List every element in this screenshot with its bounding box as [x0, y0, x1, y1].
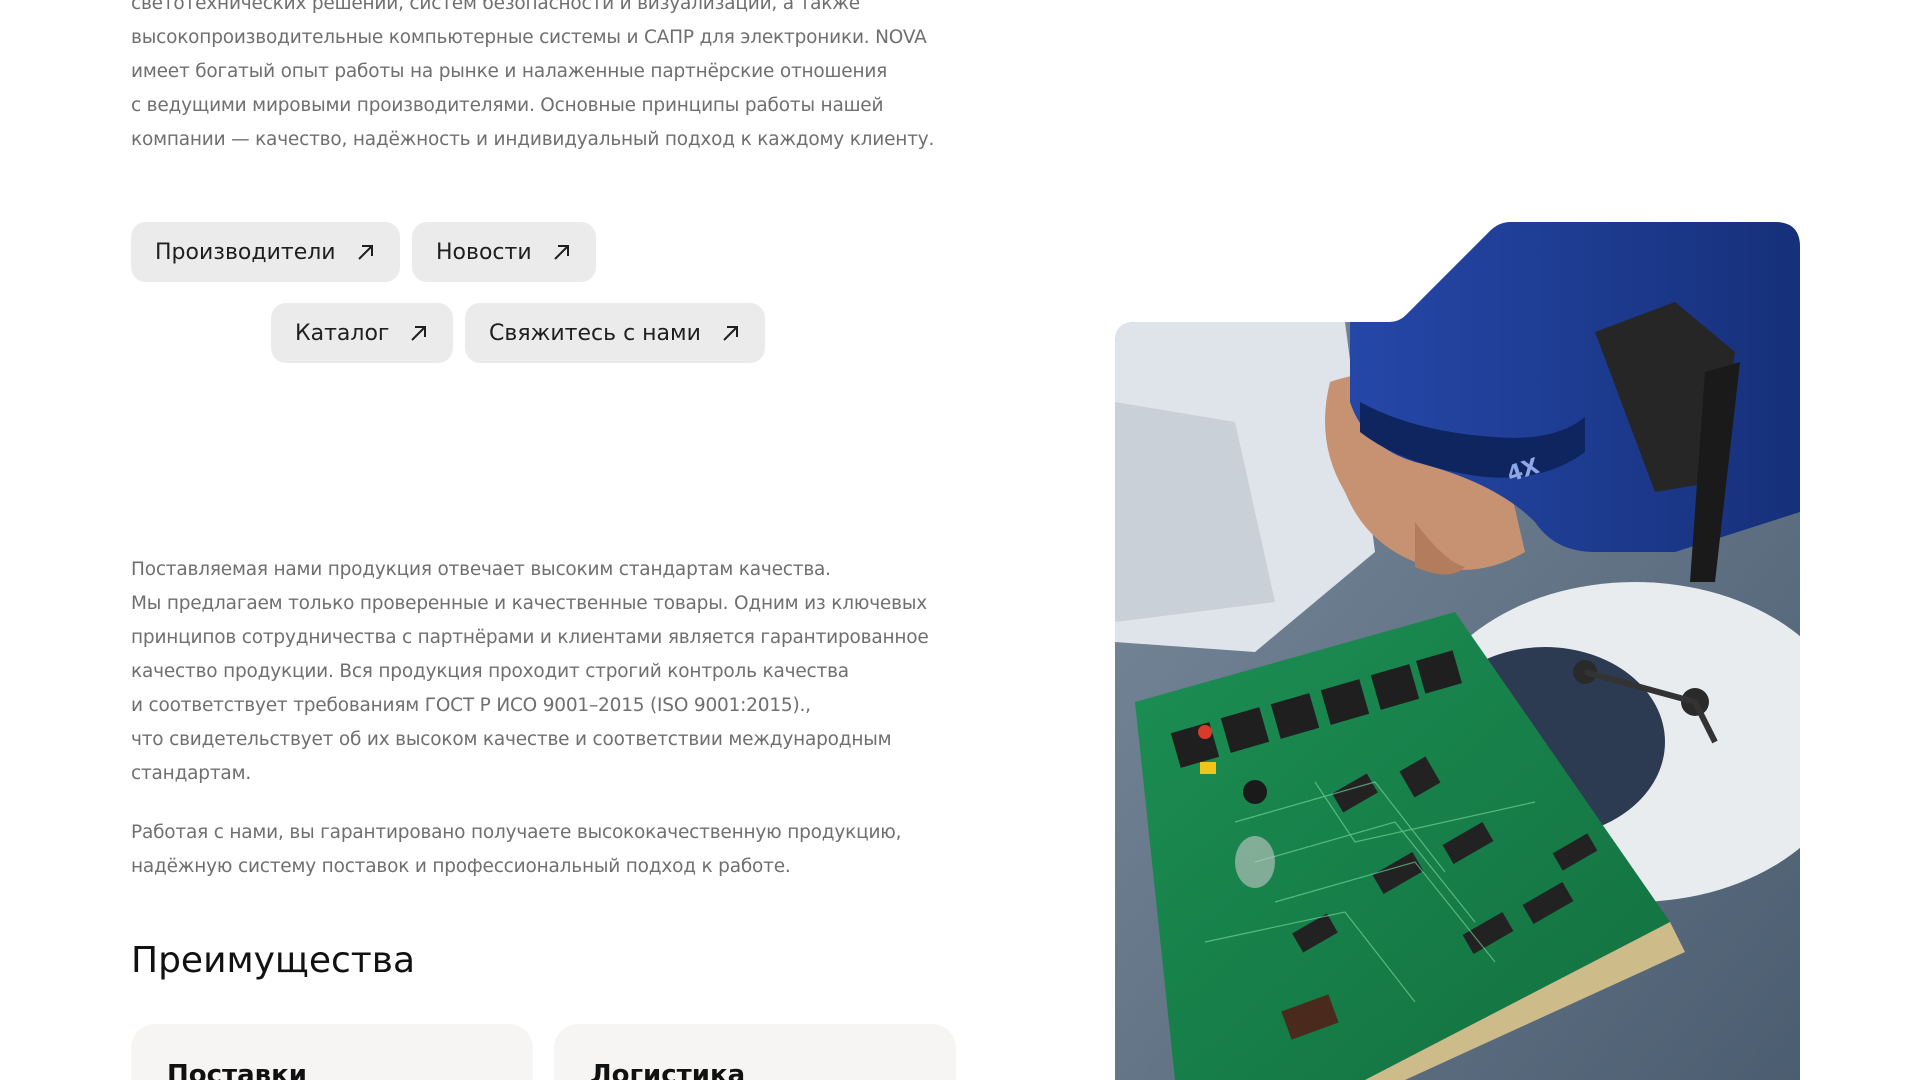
- advantage-card-supplies[interactable]: Поставки: [131, 1024, 533, 1080]
- intro-line: высокопроизводительные компьютерные сист…: [131, 27, 927, 48]
- guarantee-paragraph: Работая с нами, вы гарантировано получае…: [131, 816, 961, 884]
- news-link-button[interactable]: Новости: [412, 222, 596, 282]
- arrow-up-right-icon: [721, 323, 741, 343]
- catalog-link-button[interactable]: Каталог: [271, 303, 454, 363]
- news-link-label: Новости: [436, 239, 532, 265]
- intro-line: с ведущими мировыми производителями. Осн…: [131, 95, 884, 116]
- quality-line: стандартам.: [131, 763, 252, 784]
- intro-line: светотехнических решений, систем безопас…: [131, 0, 860, 14]
- arrow-up-right-icon: [552, 242, 572, 262]
- quality-paragraph: Поставляемая нами продукция отвечает выс…: [131, 553, 961, 791]
- advantages-heading: Преимущества: [131, 940, 416, 981]
- intro-line: компании — качество, надёжность и индиви…: [131, 129, 935, 150]
- arrow-up-right-icon: [409, 323, 429, 343]
- circuit-board-photo: 4X: [1115, 222, 1800, 1080]
- manufacturers-link-label: Производители: [155, 239, 336, 265]
- catalog-link-label: Каталог: [295, 320, 390, 346]
- quality-line: Поставляемая нами продукция отвечает выс…: [131, 559, 831, 580]
- advantage-card-title: Поставки: [167, 1060, 307, 1080]
- intro-paragraph: светотехнических решений, систем безопас…: [131, 0, 961, 157]
- quality-line: принципов сотрудничества с партнёрами и …: [131, 627, 929, 648]
- quality-line: и соответствует требованиям ГОСТ Р ИСО 9…: [131, 695, 811, 716]
- manufacturers-link-button[interactable]: Производители: [131, 222, 400, 282]
- contact-us-link-button[interactable]: Свяжитесь с нами: [465, 303, 765, 363]
- intro-line: имеет богатый опыт работы на рынке и нал…: [131, 61, 888, 82]
- guarantee-line: надёжную систему поставок и профессионал…: [131, 856, 791, 877]
- quality-line: что свидетельствует об их высоком качест…: [131, 729, 892, 750]
- contact-us-link-label: Свяжитесь с нами: [489, 320, 701, 346]
- photo-illustration: 4X: [1115, 222, 1800, 1080]
- quality-line: Мы предлагаем только проверенные и качес…: [131, 593, 927, 614]
- quality-line: качество продукции. Вся продукция проход…: [131, 661, 849, 682]
- advantage-card-title: Логистика: [590, 1060, 746, 1080]
- page: светотехнических решений, систем безопас…: [0, 0, 1920, 1080]
- advantage-card-logistics[interactable]: Логистика: [554, 1024, 956, 1080]
- guarantee-line: Работая с нами, вы гарантировано получае…: [131, 822, 902, 843]
- arrow-up-right-icon: [356, 242, 376, 262]
